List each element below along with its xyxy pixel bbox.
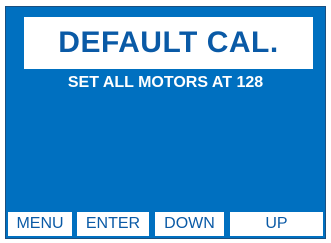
menu-button[interactable]: MENU bbox=[8, 212, 72, 236]
screen-subtitle: SET ALL MOTORS AT 128 bbox=[67, 74, 264, 91]
down-button[interactable]: DOWN bbox=[155, 212, 224, 236]
lcd-screen: DEFAULT CAL. SET ALL MOTORS AT 128 MENU … bbox=[5, 6, 326, 239]
screen-title-box: DEFAULT CAL. bbox=[24, 17, 313, 69]
up-button[interactable]: UP bbox=[230, 212, 323, 236]
enter-button[interactable]: ENTER bbox=[77, 212, 149, 236]
screen-title: DEFAULT CAL. bbox=[58, 26, 279, 59]
softkey-bar: MENU ENTER DOWN UP bbox=[6, 212, 325, 236]
